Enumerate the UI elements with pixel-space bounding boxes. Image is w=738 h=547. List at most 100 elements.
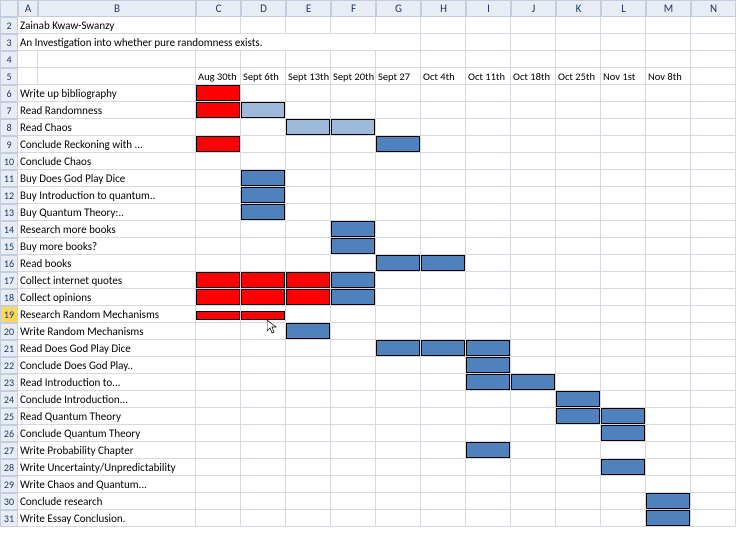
cell[interactable]	[691, 17, 736, 34]
gantt-cell[interactable]	[466, 272, 511, 289]
gantt-cell[interactable]	[286, 136, 331, 153]
cell[interactable]	[646, 17, 691, 34]
gantt-cell[interactable]	[646, 119, 691, 136]
gantt-cell[interactable]	[691, 187, 736, 204]
gantt-cell[interactable]	[331, 408, 376, 425]
gantt-cell[interactable]	[376, 374, 421, 391]
gantt-cell[interactable]	[691, 408, 736, 425]
cell[interactable]	[421, 17, 466, 34]
col-header-C[interactable]: C	[196, 0, 241, 17]
gantt-cell[interactable]	[331, 374, 376, 391]
date-header[interactable]: Oct 4th	[421, 68, 466, 85]
gantt-cell[interactable]	[286, 340, 331, 357]
cell[interactable]	[646, 34, 691, 51]
gantt-cell[interactable]	[556, 510, 601, 527]
gantt-cell[interactable]	[286, 493, 331, 510]
gantt-cell[interactable]	[511, 476, 556, 493]
row-header[interactable]: 30	[0, 493, 18, 510]
gantt-cell[interactable]	[556, 153, 601, 170]
topic-cell[interactable]: An Investigation into whether pure rando…	[18, 34, 421, 51]
gantt-cell[interactable]	[691, 357, 736, 374]
row-header[interactable]: 21	[0, 340, 18, 357]
gantt-cell[interactable]	[601, 136, 646, 153]
row-header[interactable]: 9	[0, 136, 18, 153]
row-header[interactable]: 18	[0, 289, 18, 306]
gantt-cell[interactable]	[376, 153, 421, 170]
gantt-cell[interactable]	[511, 510, 556, 527]
gantt-cell[interactable]	[691, 272, 736, 289]
task-label[interactable]: Buy more books?	[18, 238, 196, 255]
gantt-cell[interactable]	[556, 391, 601, 408]
gantt-cell[interactable]	[421, 153, 466, 170]
gantt-cell[interactable]	[376, 238, 421, 255]
row-header[interactable]: 29	[0, 476, 18, 493]
gantt-cell[interactable]	[601, 340, 646, 357]
row-header[interactable]: 11	[0, 170, 18, 187]
gantt-cell[interactable]	[241, 391, 286, 408]
gantt-cell[interactable]	[511, 323, 556, 340]
gantt-cell[interactable]	[556, 136, 601, 153]
gantt-cell[interactable]	[646, 85, 691, 102]
gantt-cell[interactable]	[511, 255, 556, 272]
gantt-cell[interactable]	[196, 391, 241, 408]
cell[interactable]	[331, 17, 376, 34]
gantt-cell[interactable]	[196, 204, 241, 221]
gantt-cell[interactable]	[241, 153, 286, 170]
gantt-cell[interactable]	[376, 289, 421, 306]
row-header[interactable]: 16	[0, 255, 18, 272]
row-header[interactable]: 6	[0, 85, 18, 102]
gantt-cell[interactable]	[601, 323, 646, 340]
gantt-cell[interactable]	[691, 238, 736, 255]
gantt-cell[interactable]	[196, 510, 241, 527]
gantt-cell[interactable]	[556, 459, 601, 476]
gantt-cell[interactable]	[601, 408, 646, 425]
gantt-cell[interactable]	[601, 425, 646, 442]
gantt-cell[interactable]	[286, 238, 331, 255]
gantt-cell[interactable]	[601, 357, 646, 374]
gantt-cell[interactable]	[511, 442, 556, 459]
gantt-cell[interactable]	[376, 136, 421, 153]
gantt-cell[interactable]	[421, 459, 466, 476]
gantt-cell[interactable]	[331, 323, 376, 340]
cell[interactable]	[691, 51, 736, 68]
gantt-cell[interactable]	[646, 102, 691, 119]
gantt-cell[interactable]	[286, 510, 331, 527]
gantt-cell[interactable]	[376, 408, 421, 425]
gantt-cell[interactable]	[511, 391, 556, 408]
row-header[interactable]: 24	[0, 391, 18, 408]
gantt-cell[interactable]	[691, 425, 736, 442]
gantt-cell[interactable]	[466, 153, 511, 170]
date-header[interactable]: Nov 8th	[646, 68, 691, 85]
cell[interactable]	[18, 68, 38, 85]
gantt-cell[interactable]	[241, 102, 286, 119]
gantt-cell[interactable]	[511, 425, 556, 442]
gantt-cell[interactable]	[466, 136, 511, 153]
task-label[interactable]: Buy Does God Play Dice	[18, 170, 196, 187]
gantt-cell[interactable]	[601, 119, 646, 136]
gantt-cell[interactable]	[286, 85, 331, 102]
task-label[interactable]: Conclude Does God Play..	[18, 357, 196, 374]
gantt-cell[interactable]	[601, 493, 646, 510]
gantt-cell[interactable]	[646, 340, 691, 357]
task-label[interactable]: Read Introduction to...	[18, 374, 196, 391]
gantt-cell[interactable]	[646, 493, 691, 510]
gantt-cell[interactable]	[601, 442, 646, 459]
gantt-cell[interactable]	[646, 255, 691, 272]
gantt-cell[interactable]	[241, 493, 286, 510]
task-label[interactable]: Write Probability Chapter	[18, 442, 196, 459]
row-header[interactable]: 13	[0, 204, 18, 221]
gantt-cell[interactable]	[646, 306, 691, 323]
cell[interactable]	[601, 51, 646, 68]
gantt-cell[interactable]	[331, 170, 376, 187]
gantt-cell[interactable]	[376, 442, 421, 459]
gantt-cell[interactable]	[466, 119, 511, 136]
gantt-cell[interactable]	[286, 425, 331, 442]
gantt-cell[interactable]	[331, 187, 376, 204]
cell[interactable]	[38, 51, 196, 68]
col-header-J[interactable]: J	[511, 0, 556, 17]
gantt-cell[interactable]	[556, 272, 601, 289]
row-header[interactable]: 23	[0, 374, 18, 391]
gantt-cell[interactable]	[466, 340, 511, 357]
gantt-cell[interactable]	[286, 272, 331, 289]
gantt-cell[interactable]	[376, 272, 421, 289]
